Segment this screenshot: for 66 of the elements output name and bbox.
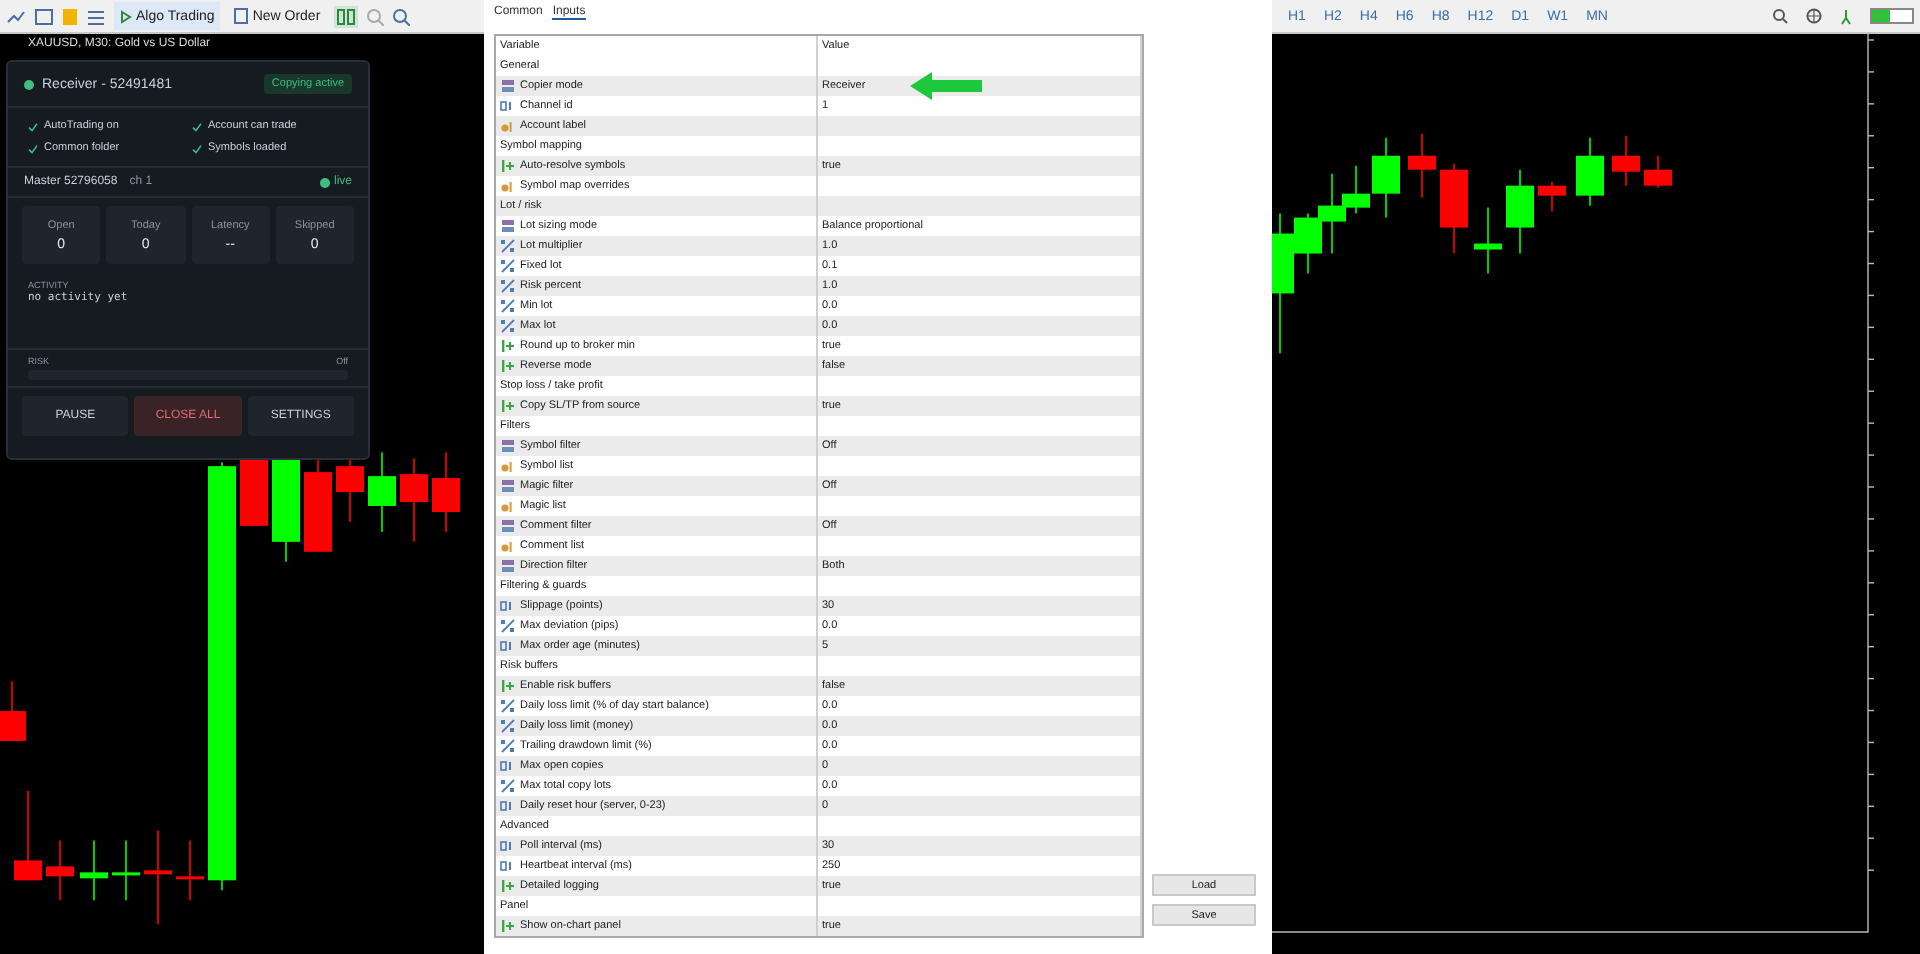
toggle-icon [500,918,516,934]
integer-icon [500,798,516,814]
fraction-icon [500,718,516,734]
arrow-icon [910,72,982,100]
globe-icon[interactable] [1806,8,1822,24]
connection-bar-icon [1870,8,1914,24]
order-icon [234,8,249,24]
candle [1538,180,1566,213]
candle [368,451,396,533]
fraction-icon [500,738,516,754]
list-icon [500,558,516,574]
fraction-icon [500,278,516,294]
candle [1474,206,1502,275]
integer-icon [500,838,516,854]
toggle-icon [500,338,516,354]
fraction-icon [500,298,516,314]
fraction-icon [500,238,516,254]
text-icon [500,178,516,194]
list-icon [500,218,516,234]
fraction-icon [500,318,516,334]
candle [1506,168,1534,255]
text-icon [500,458,516,474]
zoom-in-icon[interactable] [392,7,411,25]
candle [432,451,460,533]
search-icon[interactable] [1772,8,1788,24]
list-icon [500,438,516,454]
toggle-icon [500,158,516,174]
candle [400,457,428,543]
text-icon [500,538,516,554]
template-icon[interactable] [34,7,54,25]
candle [144,829,172,925]
fraction-icon [500,778,516,794]
layout-icon[interactable] [334,5,359,27]
list-icon [500,518,516,534]
text-icon [500,118,516,134]
candle [46,839,74,902]
candle [1440,162,1468,255]
candle [1576,136,1604,207]
fraction-icon [500,258,516,274]
candle [80,839,108,902]
list-icon [500,478,516,494]
signal-icon[interactable] [1840,7,1852,25]
toggle-icon [500,358,516,374]
toggle-icon [500,678,516,694]
candle [112,839,140,902]
candle [0,680,26,742]
fraction-icon [500,698,516,714]
integer-icon [500,98,516,114]
candle [1612,135,1640,187]
line-chart-icon[interactable] [6,7,26,25]
candle [14,789,42,882]
text-icon [500,498,516,514]
toggle-icon [500,878,516,894]
editor-icon[interactable] [86,7,106,25]
candle [1644,154,1672,189]
integer-icon [500,858,516,874]
integer-icon [500,638,516,654]
integer-icon [500,598,516,614]
toggle-icon [500,398,516,414]
play-icon [120,9,132,23]
candle [1408,133,1436,199]
candle [176,839,204,902]
status-dot [24,79,34,89]
integer-icon [500,758,516,774]
list-icon [500,78,516,94]
fraction-icon [500,618,516,634]
